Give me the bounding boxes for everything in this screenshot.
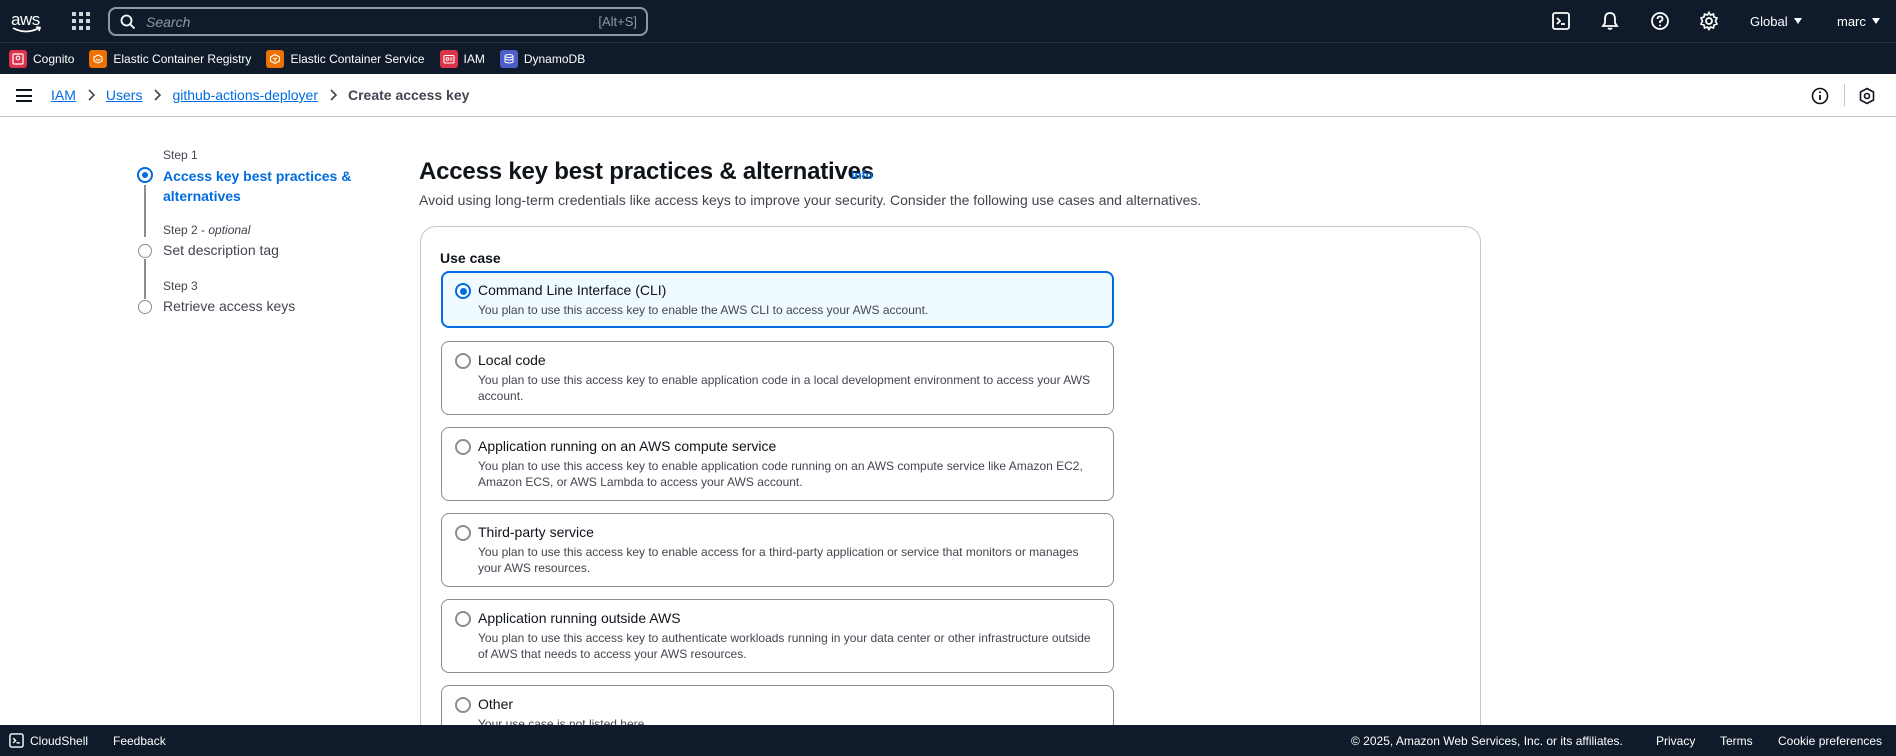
copyright: © 2025, Amazon Web Services, Inc. or its… — [1351, 734, 1623, 748]
option-description: You plan to use this access key to enabl… — [478, 545, 1079, 575]
page-title: Access key best practices & alternatives — [419, 158, 874, 185]
notifications-icon[interactable] — [1858, 87, 1876, 105]
step-2-optional: optional — [208, 223, 251, 237]
services-menu-icon[interactable] — [72, 12, 90, 30]
favorite-label: Elastic Container Registry — [113, 51, 252, 66]
breadcrumb-user[interactable]: github-actions-deployer — [172, 87, 318, 103]
region-selector[interactable]: Global — [1750, 14, 1802, 29]
breadcrumb-bar: IAM Users github-actions-deployer Create… — [0, 74, 1896, 117]
option-title: Local code — [478, 352, 546, 368]
cloudshell-icon[interactable] — [1551, 11, 1571, 31]
breadcrumb-users[interactable]: Users — [106, 87, 143, 103]
chevron-right-icon — [330, 89, 337, 101]
help-icon[interactable] — [1650, 11, 1670, 31]
favorite-iam[interactable]: IAM — [439, 49, 485, 68]
search-icon — [120, 14, 136, 29]
radio-unselected[interactable] — [455, 611, 471, 627]
option-local-code[interactable]: Local code You plan to use this access k… — [441, 341, 1114, 415]
radio-unselected[interactable] — [455, 439, 471, 455]
step-1-label: Step 1 — [163, 148, 198, 162]
ecr-icon — [89, 49, 108, 68]
page-description: Avoid using long-term credentials like a… — [419, 192, 1202, 208]
step-1-title-line: Access key best practices & — [163, 168, 352, 184]
step-1-title[interactable]: Access key best practices & alternatives — [163, 166, 351, 206]
step-3-title: Retrieve access keys — [163, 298, 296, 314]
option-aws-compute[interactable]: Application running on an AWS compute se… — [441, 427, 1114, 501]
cloudshell-icon — [9, 733, 24, 748]
favorite-ecr[interactable]: Elastic Container Registry — [89, 49, 252, 68]
dynamodb-icon — [499, 49, 518, 68]
footer: CloudShell Feedback © 2025, Amazon Web S… — [0, 725, 1896, 756]
step-connector — [144, 185, 146, 237]
favorites-bar: Cognito Elastic Container Registry Elast… — [0, 42, 1896, 74]
cognito-icon — [9, 49, 27, 68]
use-case-label: Use case — [440, 250, 501, 266]
aws-logo[interactable]: aws — [10, 7, 44, 35]
step-1-title-line: alternatives — [163, 188, 241, 204]
gear-icon[interactable] — [1699, 11, 1719, 31]
caret-down-icon — [1871, 18, 1880, 24]
chevron-right-icon — [154, 89, 162, 101]
radio-unselected[interactable] — [455, 697, 471, 713]
user-menu[interactable]: marc — [1837, 14, 1880, 29]
option-title: Third-party service — [478, 524, 594, 540]
step-connector — [144, 259, 146, 299]
breadcrumb: IAM Users github-actions-deployer Create… — [51, 87, 469, 103]
step-3-label: Step 3 — [163, 279, 198, 293]
bell-icon[interactable] — [1600, 11, 1620, 31]
breadcrumb-iam[interactable]: IAM — [51, 87, 76, 103]
favorite-ecs[interactable]: Elastic Container Service — [266, 49, 425, 68]
option-outside-aws[interactable]: Application running outside AWS You plan… — [441, 599, 1114, 673]
favorite-label: DynamoDB — [523, 51, 586, 66]
option-description: You plan to use this access key to enabl… — [478, 373, 1091, 403]
favorite-label: Cognito — [33, 51, 75, 66]
region-label: Global — [1750, 14, 1788, 29]
option-description: You plan to use this access key to enabl… — [478, 303, 929, 317]
step-2-indicator — [138, 244, 152, 258]
option-description: You plan to use this access key to enabl… — [478, 459, 1083, 489]
privacy-link[interactable]: Privacy — [1656, 734, 1695, 748]
terms-link[interactable]: Terms — [1720, 734, 1753, 748]
step-3-indicator — [138, 300, 152, 314]
breadcrumb-current: Create access key — [347, 87, 470, 103]
option-description: You plan to use this access key to authe… — [478, 631, 1091, 661]
favorite-label: Elastic Container Service — [290, 51, 425, 66]
aws-smile-icon — [12, 26, 42, 33]
option-title: Command Line Interface (CLI) — [478, 282, 667, 298]
menu-icon[interactable] — [16, 89, 32, 102]
option-title: Application running outside AWS — [478, 610, 681, 626]
search-input[interactable]: Search [Alt+S] — [108, 7, 648, 36]
option-cli[interactable]: Command Line Interface (CLI) You plan to… — [441, 271, 1114, 328]
user-label: marc — [1837, 14, 1866, 29]
feedback-link[interactable]: Feedback — [113, 734, 166, 748]
iam-icon — [439, 49, 458, 68]
option-title: Other — [478, 696, 514, 712]
cloudshell-button[interactable]: CloudShell — [9, 733, 88, 748]
top-navigation: aws Search [Alt+S] Global marc — [0, 0, 1896, 42]
radio-unselected[interactable] — [455, 525, 471, 541]
info-link[interactable]: Info — [851, 168, 873, 182]
cookie-preferences-link[interactable]: Cookie preferences — [1778, 734, 1882, 748]
radio-unselected[interactable] — [455, 353, 471, 369]
caret-down-icon — [1793, 18, 1802, 24]
step-2-label-text: Step 2 - — [163, 223, 209, 237]
favorite-dynamodb[interactable]: DynamoDB — [499, 49, 586, 68]
chevron-right-icon — [88, 89, 95, 101]
ecs-icon — [266, 49, 285, 68]
option-title: Application running on an AWS compute se… — [478, 438, 777, 454]
info-icon[interactable] — [1811, 87, 1829, 105]
favorite-cognito[interactable]: Cognito — [9, 49, 75, 68]
cloudshell-label: CloudShell — [30, 733, 89, 748]
radio-selected[interactable] — [455, 283, 471, 299]
step-2-title: Set description tag — [163, 242, 279, 258]
step-1-indicator — [137, 167, 153, 183]
divider — [1844, 84, 1845, 106]
favorite-label: IAM — [463, 51, 485, 66]
step-2-label: Step 2 - optional — [163, 223, 250, 237]
search-placeholder: Search — [146, 13, 191, 30]
option-third-party[interactable]: Third-party service You plan to use this… — [441, 513, 1114, 587]
search-shortcut: [Alt+S] — [598, 14, 637, 29]
